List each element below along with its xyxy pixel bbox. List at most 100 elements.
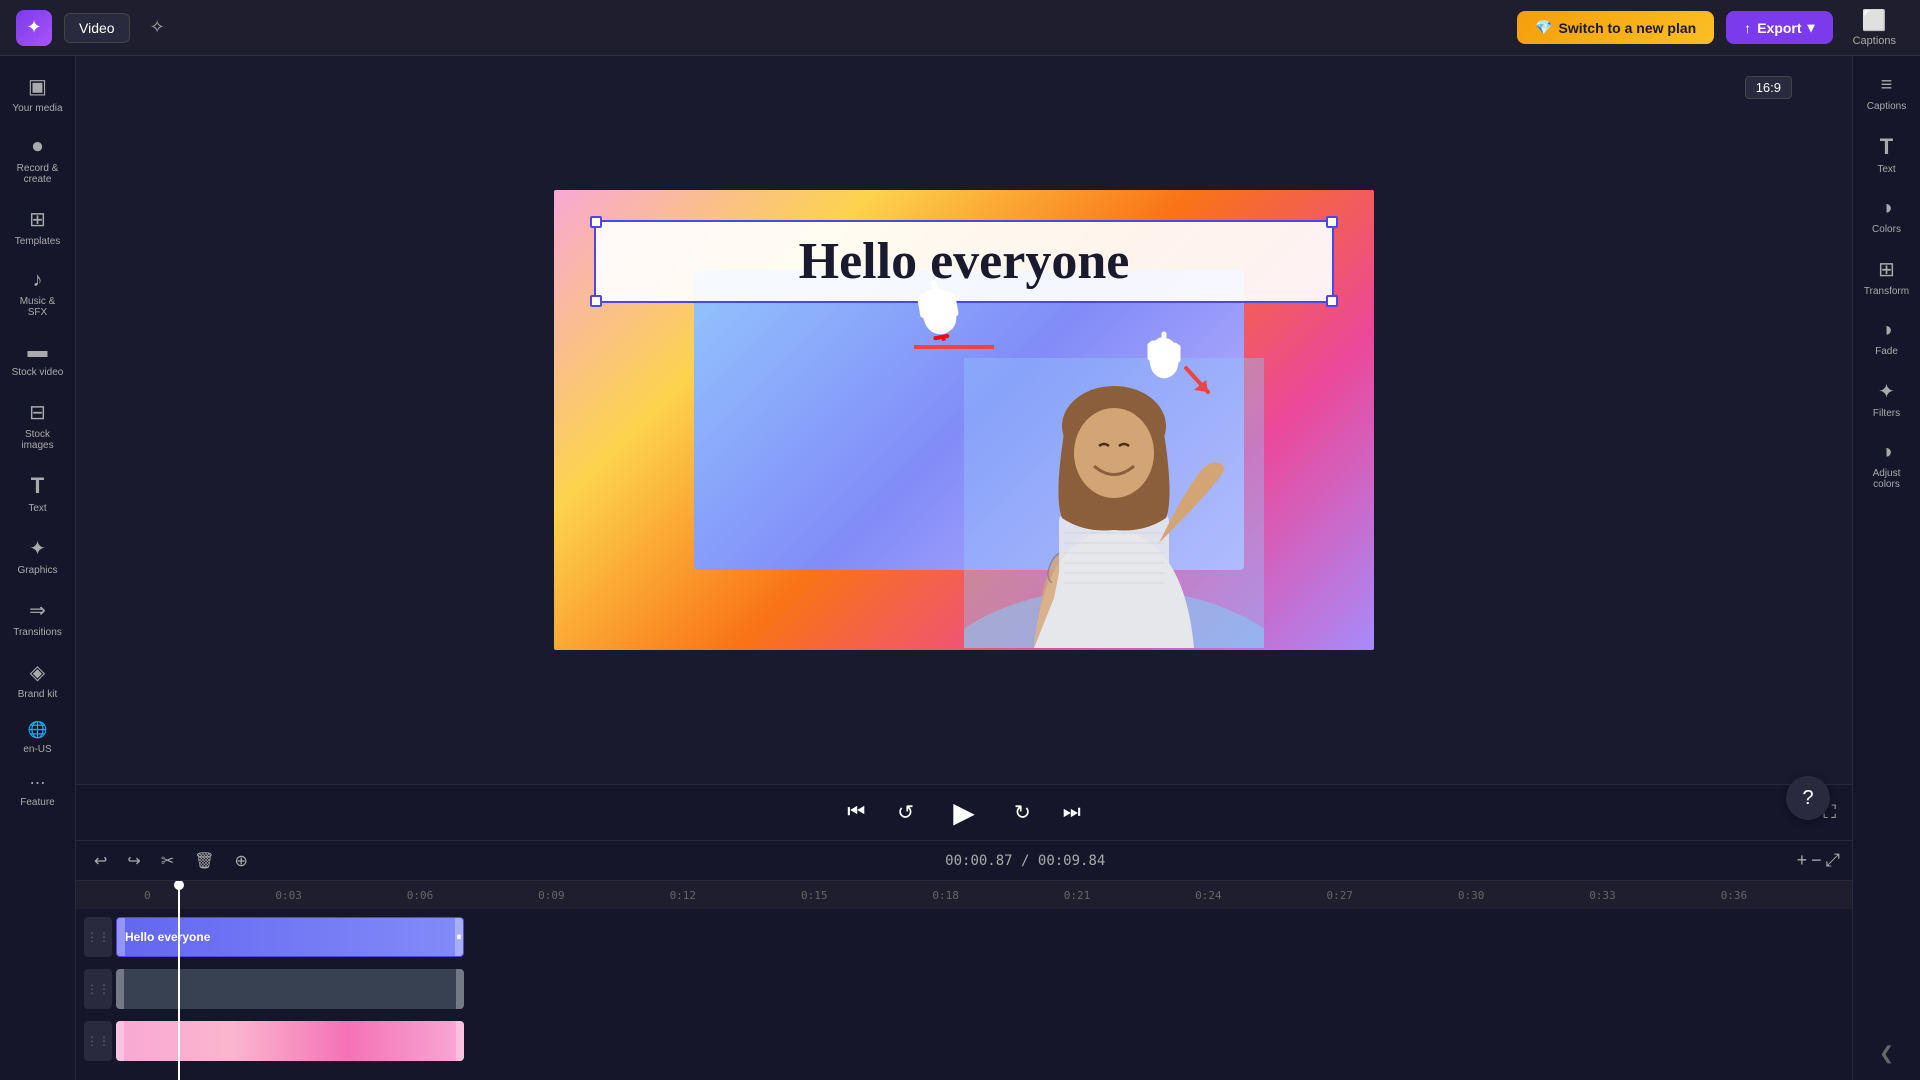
clip-end-handle-video[interactable] — [456, 969, 464, 1009]
ruler-mark-3: 0:09 — [538, 889, 669, 902]
sidebar-item-transitions[interactable]: ⇒ Transitions — [4, 588, 72, 648]
text-clip-label: Hello everyone — [125, 930, 210, 944]
skip-to-end-button[interactable]: ⏭ — [1059, 797, 1085, 828]
track-row-text: ⋮⋮ Hello everyone ⏸ — [84, 913, 1844, 961]
zoom-in-button[interactable]: + — [1797, 850, 1808, 871]
switch-plan-button[interactable]: 💎 Switch to a new plan — [1517, 11, 1714, 44]
magic-icon[interactable]: ✧ — [142, 13, 173, 42]
skip-to-start-button[interactable]: ⏮ — [843, 797, 869, 828]
text-overlay[interactable]: Hello everyone — [594, 220, 1334, 303]
forward-5s-button[interactable]: ↻ — [1010, 796, 1035, 829]
clip-start-handle-text[interactable] — [117, 918, 125, 956]
right-transform-label: Transform — [1864, 286, 1909, 297]
canvas-container: Hello everyone — [554, 190, 1374, 650]
timeline-ruler: 0 0:03 0:06 0:09 0:12 0:15 0:18 0:21 0:2… — [76, 881, 1852, 909]
sidebar-label-transitions: Transitions — [13, 627, 62, 638]
rewind-5s-button[interactable]: ↺ — [893, 796, 918, 829]
video-button[interactable]: Video — [64, 13, 130, 43]
language-icon: 🌐 — [28, 720, 48, 740]
track-row-background: ⋮⋮ — [84, 1017, 1844, 1065]
track-handle-icon-bg: ⋮⋮ — [86, 1034, 110, 1048]
sidebar-item-your-media[interactable]: ▣ Your media — [4, 64, 72, 124]
export-dropdown-icon: ▾ — [1808, 19, 1815, 36]
handle-bottom-right[interactable] — [1326, 295, 1338, 307]
captions-button[interactable]: ⬜ Captions — [1845, 4, 1904, 51]
fit-to-screen-button[interactable]: ⤢ — [1826, 850, 1840, 871]
sidebar-item-stock-images[interactable]: ⊟ Stock images — [4, 390, 72, 461]
right-filters-label: Filters — [1873, 408, 1900, 419]
sidebar-item-record-create[interactable]: ⏺ Record &create — [4, 126, 72, 195]
track-handle-icon: ⋮⋮ — [86, 930, 110, 944]
text-clip[interactable]: Hello everyone ⏸ — [116, 917, 464, 957]
video-overlay — [694, 270, 1244, 570]
delete-button[interactable]: 🗑 — [188, 847, 220, 875]
sidebar-label-stock-images: Stock images — [12, 429, 64, 451]
right-panel-text[interactable]: T Text — [1857, 124, 1917, 185]
clip-end-handle-text[interactable]: ⏸ — [455, 918, 463, 956]
sidebar-item-text[interactable]: T Text — [4, 463, 72, 524]
sidebar-label-more-features: Feature — [20, 797, 54, 808]
clip-start-handle-bg[interactable] — [116, 1021, 124, 1061]
position-indicator — [914, 345, 994, 349]
export-button[interactable]: ↑ Export ▾ — [1726, 11, 1832, 44]
help-button[interactable]: ? — [1786, 776, 1830, 820]
sidebar-label-stock-video: Stock video — [12, 367, 64, 378]
clip-start-handle-video[interactable] — [116, 969, 124, 1009]
right-panel-fade[interactable]: ◑ Fade — [1857, 309, 1917, 367]
background-clip[interactable] — [116, 1021, 464, 1061]
graphics-icon: ✦ — [29, 536, 46, 561]
right-panel-filters[interactable]: ✦ Filters — [1857, 369, 1917, 429]
more-features-icon: ⋯ — [30, 773, 46, 793]
right-panel-adjust-colors[interactable]: ◑ Adjustcolors — [1857, 431, 1917, 500]
sidebar-item-brand-kit[interactable]: ◈ Brand kit — [4, 650, 72, 710]
sidebar-item-graphics[interactable]: ✦ Graphics — [4, 526, 72, 586]
canvas-area[interactable]: Hello everyone — [76, 56, 1852, 784]
right-panel-captions[interactable]: ≡ Captions — [1857, 64, 1917, 122]
aspect-ratio-badge[interactable]: 16:9 — [1745, 76, 1792, 99]
sidebar-item-stock-video[interactable]: ▬ Stock video — [4, 330, 72, 388]
right-fade-label: Fade — [1875, 346, 1898, 357]
zoom-controls: + − ⤢ — [1797, 850, 1840, 871]
ruler-marks: 0 0:03 0:06 0:09 0:12 0:15 0:18 0:21 0:2… — [144, 889, 1852, 902]
gem-icon: 💎 — [1535, 19, 1552, 36]
canvas[interactable]: Hello everyone — [554, 190, 1374, 650]
handle-top-left[interactable] — [590, 216, 602, 228]
undo-button[interactable]: ↩ — [88, 847, 113, 875]
redo-button[interactable]: ↪ — [121, 847, 146, 875]
timeline: ↩ ↪ ✂ 🗑 ⊕ 00:00.87 / 00:09.84 + − ⤢ — [76, 840, 1852, 1080]
sidebar-item-templates[interactable]: ⊞ Templates — [4, 197, 72, 257]
track-handle-icon-video: ⋮⋮ — [86, 982, 110, 996]
right-text-label: Text — [1877, 164, 1895, 175]
right-panel-colors[interactable]: ◑ Colors — [1857, 187, 1917, 245]
sidebar-item-language[interactable]: 🌐 en-US — [4, 712, 72, 763]
right-filters-icon: ✦ — [1878, 379, 1895, 404]
handle-bottom-left[interactable] — [590, 295, 602, 307]
stock-video-icon: ▬ — [28, 340, 48, 363]
track-row-video: ⋮⋮ — [84, 965, 1844, 1013]
cut-button[interactable]: ✂ — [155, 847, 180, 875]
sidebar-label-music-sfx: Music & SFX — [12, 296, 64, 318]
sidebar-item-more-features[interactable]: ⋯ Feature — [4, 765, 72, 816]
sidebar-label-brand-kit: Brand kit — [18, 689, 57, 700]
timeline-tracks: ⋮⋮ Hello everyone ⏸ ⋮⋮ — [76, 909, 1852, 1080]
zoom-out-button[interactable]: − — [1811, 850, 1822, 871]
time-separator: / — [1021, 853, 1038, 869]
right-sidebar-collapse-button[interactable]: ❮ — [1871, 1035, 1902, 1072]
sidebar-label-graphics: Graphics — [17, 565, 57, 576]
timeline-toolbar: ↩ ↪ ✂ 🗑 ⊕ 00:00.87 / 00:09.84 + − ⤢ — [76, 841, 1852, 881]
play-button[interactable]: ▶ — [942, 791, 986, 835]
handle-top-right[interactable] — [1326, 216, 1338, 228]
ruler-mark-11: 0:33 — [1589, 889, 1720, 902]
right-text-icon: T — [1880, 134, 1893, 160]
right-panel-transform[interactable]: ⊞ Transform — [1857, 247, 1917, 307]
sidebar-label-language: en-US — [23, 744, 51, 755]
sidebar-item-music-sfx[interactable]: ♪ Music & SFX — [4, 259, 72, 328]
clip-end-handle-bg[interactable] — [456, 1021, 464, 1061]
text-icon: T — [31, 473, 44, 499]
duplicate-button[interactable]: ⊕ — [229, 847, 254, 875]
canvas-text: Hello everyone — [616, 232, 1312, 291]
video-clip[interactable] — [116, 969, 464, 1009]
templates-icon: ⊞ — [29, 207, 46, 232]
left-sidebar: ▣ Your media ⏺ Record &create ⊞ Template… — [0, 56, 76, 1080]
ruler-mark-8: 0:24 — [1195, 889, 1326, 902]
